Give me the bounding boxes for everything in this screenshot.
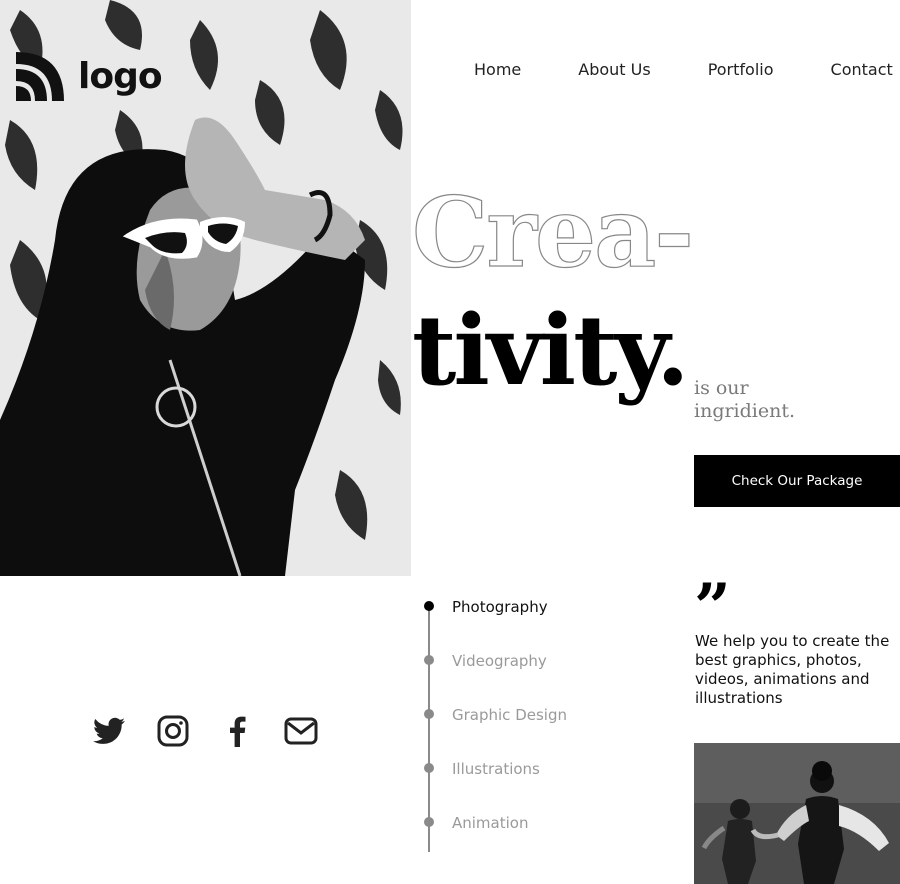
service-label: Graphic Design xyxy=(452,706,567,724)
nav-portfolio[interactable]: Portfolio xyxy=(708,60,774,79)
facebook-icon[interactable] xyxy=(220,714,254,748)
mail-icon[interactable] xyxy=(284,714,318,748)
quote-text: We help you to create the best graphics,… xyxy=(695,632,890,707)
nav-about-us[interactable]: About Us xyxy=(578,60,650,79)
services-timeline-line xyxy=(428,604,430,852)
dancers-photo xyxy=(694,743,900,884)
rss-wave-icon xyxy=(16,52,64,101)
service-label: Photography xyxy=(452,598,548,616)
nav-contact[interactable]: Contact xyxy=(831,60,893,79)
logo-text: logo xyxy=(78,56,163,97)
tagline: is our ingridient. xyxy=(694,377,796,422)
instagram-icon[interactable] xyxy=(156,714,190,748)
main-nav: Home About Us Portfolio Contact xyxy=(474,60,893,79)
twitter-icon[interactable] xyxy=(92,714,126,748)
dot xyxy=(424,655,434,665)
logo[interactable]: logo xyxy=(16,52,163,101)
service-label: Illustrations xyxy=(452,760,540,778)
service-label: Animation xyxy=(452,814,529,832)
active-dot xyxy=(424,601,434,611)
nav-home[interactable]: Home xyxy=(474,60,521,79)
dot xyxy=(424,817,434,827)
social-links xyxy=(92,714,318,748)
service-label: Videography xyxy=(452,652,547,670)
check-package-button[interactable]: Check Our Package xyxy=(694,455,900,507)
headline-line-1: Crea- xyxy=(411,176,694,289)
dot xyxy=(424,709,434,719)
headline-line-2: tivity. xyxy=(412,294,690,407)
quote-icon: ” xyxy=(694,570,731,645)
dot xyxy=(424,763,434,773)
